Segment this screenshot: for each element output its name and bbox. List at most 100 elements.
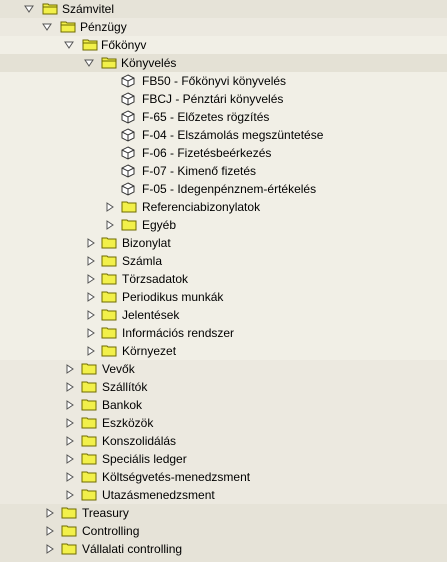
transaction-item[interactable]: F-04 - Elszámolás megszüntetése	[0, 126, 447, 144]
tree-node-label: Referenciabizonylatok	[142, 200, 261, 214]
tree-node-label: Egyéb	[142, 218, 177, 232]
tree-node-szamla[interactable]: Számla	[0, 252, 447, 270]
folder-icon	[81, 434, 97, 447]
tree-node-jelentesek[interactable]: Jelentések	[0, 306, 447, 324]
folder-icon	[61, 542, 77, 555]
tree-node-controlling[interactable]: Controlling	[0, 522, 447, 540]
tree-node-egyeb[interactable]: Egyéb	[0, 216, 447, 234]
tree-node-label: Eszközök	[102, 416, 154, 430]
folder-icon	[61, 524, 77, 537]
tree-node-fokonyv[interactable]: Főkönyv	[0, 36, 447, 54]
collapsed-arrow-icon[interactable]	[65, 490, 75, 500]
tree-node-konszolidalas[interactable]: Konszolidálás	[0, 432, 447, 450]
collapsed-arrow-icon[interactable]	[86, 238, 96, 248]
transaction-cube-icon	[121, 164, 135, 178]
open-folder-icon	[42, 2, 58, 15]
tree-node-utazasmenedzsment[interactable]: Utazásmenedzsment	[0, 486, 447, 504]
tree-node-label: Periodikus munkák	[122, 290, 224, 304]
tree-node-label: Vevők	[102, 362, 135, 376]
folder-icon	[81, 362, 97, 375]
tree-node-label: Törzsadatok	[122, 272, 189, 286]
tree-node-label: Pénzügy	[80, 20, 127, 34]
expanded-arrow-icon[interactable]	[84, 58, 94, 68]
tree-node-informacios-rendszer[interactable]: Információs rendszer	[0, 324, 447, 342]
collapsed-arrow-icon[interactable]	[105, 202, 115, 212]
transaction-item[interactable]: F-65 - Előzetes rögzítés	[0, 108, 447, 126]
tree-node-label: Számvitel	[62, 2, 115, 16]
tree-node-label: Konszolidálás	[102, 434, 177, 448]
collapsed-arrow-icon[interactable]	[105, 220, 115, 230]
tree-node-label: Speciális ledger	[102, 452, 187, 466]
tree-node-konyveles[interactable]: Könyvelés	[0, 54, 447, 72]
collapsed-arrow-icon[interactable]	[86, 310, 96, 320]
tree-node-treasury[interactable]: Treasury	[0, 504, 447, 522]
folder-icon	[101, 290, 117, 303]
tree-node-szallitok[interactable]: Szállítók	[0, 378, 447, 396]
collapsed-arrow-icon[interactable]	[65, 382, 75, 392]
tree-node-eszkozok[interactable]: Eszközök	[0, 414, 447, 432]
collapsed-arrow-icon[interactable]	[45, 526, 55, 536]
transaction-item[interactable]: F-05 - Idegenpénznem-értékelés	[0, 180, 447, 198]
transaction-label: F-06 - Fizetésbeérkezés	[142, 146, 272, 160]
transaction-label: F-07 - Kimenő fizetés	[142, 164, 257, 178]
tree-node-torzsadatok[interactable]: Törzsadatok	[0, 270, 447, 288]
tree-node-bizonylat[interactable]: Bizonylat	[0, 234, 447, 252]
tree-node-bankok[interactable]: Bankok	[0, 396, 447, 414]
tree-node-label: Költségvetés-menedzsment	[102, 470, 251, 484]
tree-node-koltsegvetes-menedzsment[interactable]: Költségvetés-menedzsment	[0, 468, 447, 486]
tree-node-penzugy[interactable]: Pénzügy	[0, 18, 447, 36]
transaction-cube-icon	[121, 92, 135, 106]
tree-node-szamvitel[interactable]: Számvitel	[0, 0, 447, 18]
tree-node-label: Treasury	[82, 506, 129, 520]
folder-icon	[81, 470, 97, 483]
collapsed-arrow-icon[interactable]	[65, 418, 75, 428]
transaction-label: FBCJ - Pénztári könyvelés	[142, 92, 284, 106]
folder-icon	[81, 416, 97, 429]
expanded-arrow-icon[interactable]	[42, 22, 52, 32]
transaction-label: F-04 - Elszámolás megszüntetése	[142, 128, 324, 142]
expanded-arrow-icon[interactable]	[64, 40, 74, 50]
tree-node-label: Jelentések	[122, 308, 180, 322]
collapsed-arrow-icon[interactable]	[65, 454, 75, 464]
folder-icon	[101, 326, 117, 339]
tree-node-referenciabizonylatok[interactable]: Referenciabizonylatok	[0, 198, 447, 216]
folder-icon	[81, 488, 97, 501]
open-folder-icon	[60, 20, 76, 33]
collapsed-arrow-icon[interactable]	[86, 346, 96, 356]
folder-icon	[121, 218, 137, 231]
tree-node-specialis-ledger[interactable]: Speciális ledger	[0, 450, 447, 468]
folder-icon	[101, 254, 117, 267]
transaction-item[interactable]: FB50 - Főkönyvi könyvelés	[0, 72, 447, 90]
transaction-label: F-65 - Előzetes rögzítés	[142, 110, 270, 124]
folder-icon	[81, 452, 97, 465]
collapsed-arrow-icon[interactable]	[86, 328, 96, 338]
collapsed-arrow-icon[interactable]	[45, 508, 55, 518]
collapsed-arrow-icon[interactable]	[65, 364, 75, 374]
tree-node-label: Szállítók	[102, 380, 148, 394]
folder-icon	[101, 236, 117, 249]
collapsed-arrow-icon[interactable]	[65, 436, 75, 446]
collapsed-arrow-icon[interactable]	[86, 292, 96, 302]
transaction-label: F-05 - Idegenpénznem-értékelés	[142, 182, 317, 196]
transaction-label: FB50 - Főkönyvi könyvelés	[142, 74, 287, 88]
collapsed-arrow-icon[interactable]	[65, 400, 75, 410]
folder-icon	[61, 506, 77, 519]
transaction-cube-icon	[121, 110, 135, 124]
collapsed-arrow-icon[interactable]	[86, 256, 96, 266]
collapsed-arrow-icon[interactable]	[45, 544, 55, 554]
transaction-item[interactable]: F-07 - Kimenő fizetés	[0, 162, 447, 180]
tree-node-label: Bankok	[102, 398, 143, 412]
folder-icon	[81, 398, 97, 411]
folder-icon	[101, 344, 117, 357]
transaction-item[interactable]: FBCJ - Pénztári könyvelés	[0, 90, 447, 108]
collapsed-arrow-icon[interactable]	[65, 472, 75, 482]
tree-node-vallalati-controlling[interactable]: Vállalati controlling	[0, 540, 447, 558]
tree-node-periodikus-munkak[interactable]: Periodikus munkák	[0, 288, 447, 306]
expanded-arrow-icon[interactable]	[24, 4, 34, 14]
transaction-item[interactable]: F-06 - Fizetésbeérkezés	[0, 144, 447, 162]
tree-node-label: Utazásmenedzsment	[102, 488, 215, 502]
collapsed-arrow-icon[interactable]	[86, 274, 96, 284]
tree-node-vevok[interactable]: Vevők	[0, 360, 447, 378]
tree-node-kornyezet[interactable]: Környezet	[0, 342, 447, 360]
tree-node-label: Könyvelés	[121, 56, 177, 70]
